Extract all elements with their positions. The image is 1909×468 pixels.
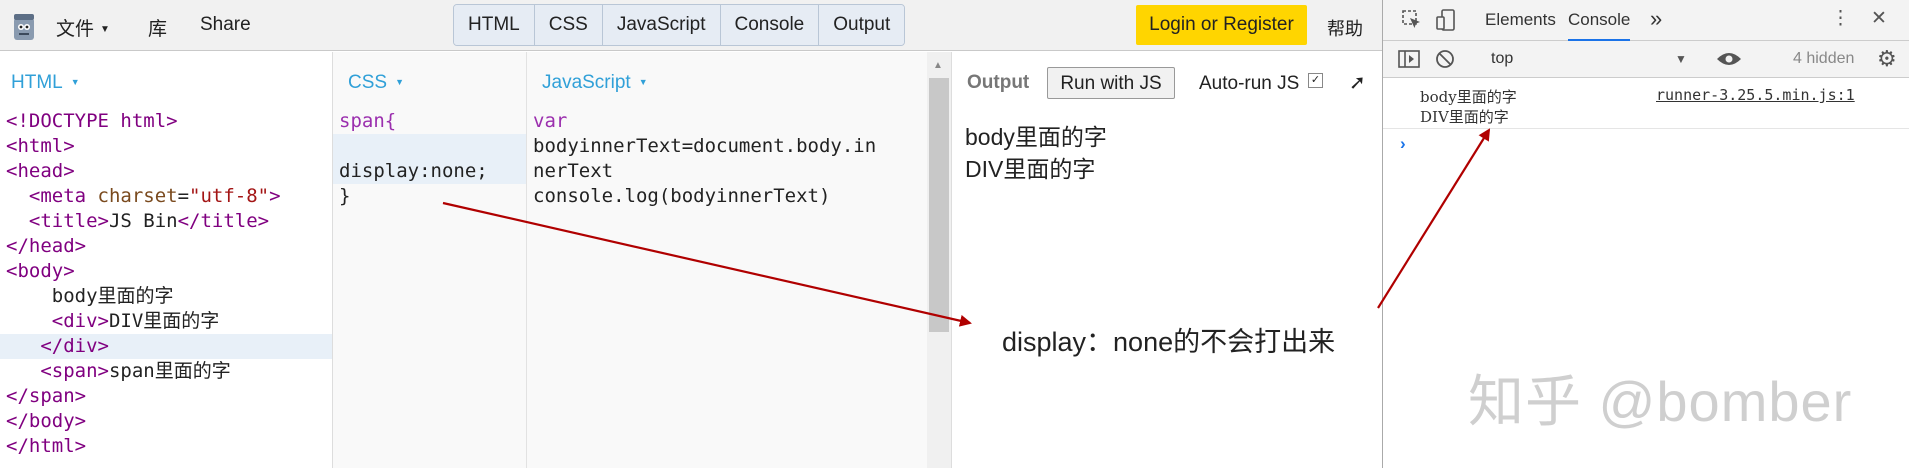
code-line: nerText xyxy=(533,160,614,182)
console-log-line: DIV里面的字 xyxy=(1420,108,1509,126)
console-log-line: body里面的字 xyxy=(1420,88,1517,106)
css-pane-menu[interactable]: CSS ▼ xyxy=(348,72,404,94)
panel-toggle-group: HTML CSS JavaScript Console Output xyxy=(453,4,906,46)
run-with-js-button[interactable]: Run with JS xyxy=(1047,67,1175,99)
devtools-panel: Elements Console » ⋮ ✕ top ▼ 4 hidden ⚙ … xyxy=(1382,0,1909,468)
code-line: <body> xyxy=(6,260,75,282)
tab-output[interactable]: Output xyxy=(819,5,905,45)
css-code-editor[interactable]: span{ display:none; } xyxy=(333,109,526,209)
tab-elements[interactable]: Elements xyxy=(1485,10,1556,30)
share-menu[interactable]: Share xyxy=(200,14,251,36)
file-menu[interactable]: 文件 ▼ xyxy=(56,14,110,41)
console-log-entry: body里面的字 DIV里面的字 runner-3.25.5.min.js:1 xyxy=(1383,78,1909,129)
login-register-button[interactable]: Login or Register xyxy=(1136,5,1307,45)
html-pane-label: HTML xyxy=(11,72,63,93)
jsbin-app: 文件 ▼ 库 Share HTML CSS JavaScript Console … xyxy=(0,0,1383,468)
watermark: 知乎 @bomber xyxy=(1468,370,1853,433)
code-line: <!DOCTYPE html> xyxy=(6,110,178,132)
tab-console[interactable]: Console xyxy=(720,5,820,45)
code-line: </div> xyxy=(0,334,332,359)
eye-icon[interactable] xyxy=(1716,51,1742,67)
output-pane: Output Run with JS Auto-run JS ✓ ➚ body里… xyxy=(951,52,1383,468)
sidebar-toggle-icon[interactable] xyxy=(1398,49,1420,69)
context-selector[interactable]: top xyxy=(1491,50,1513,68)
html-pane-menu[interactable]: HTML ▼ xyxy=(11,72,80,94)
console-toolbar: top ▼ 4 hidden ⚙ xyxy=(1383,41,1909,78)
more-tabs-icon[interactable]: » xyxy=(1650,6,1662,32)
annotation-text: display：none的不会打出来 xyxy=(1002,327,1336,357)
js-pane-label: JavaScript xyxy=(542,72,631,93)
autorun-label: Auto-run JS xyxy=(1199,73,1300,94)
gear-icon[interactable]: ⚙ xyxy=(1877,46,1897,72)
code-line: var xyxy=(533,110,568,132)
library-menu[interactable]: 库 xyxy=(148,14,167,41)
file-menu-label: 文件 xyxy=(56,19,95,40)
html-code-editor[interactable]: <!DOCTYPE html> <html> <head> <meta char… xyxy=(0,109,332,459)
code-line: <head> xyxy=(6,160,75,182)
device-toolbar-icon[interactable] xyxy=(1435,8,1457,32)
tab-console-devtools[interactable]: Console xyxy=(1568,10,1631,41)
caret-down-icon: ▼ xyxy=(395,77,404,87)
devtools-tab-bar: Elements Console » ⋮ ✕ xyxy=(1383,0,1909,41)
tab-javascript[interactable]: JavaScript xyxy=(602,5,721,45)
css-editor-pane: CSS ▼ span{ display:none; } xyxy=(333,52,527,468)
code-line: </html> xyxy=(6,435,87,457)
close-icon[interactable]: ✕ xyxy=(1871,7,1887,30)
caret-down-icon: ▼ xyxy=(638,77,648,87)
code-line: console.log(bodyinnerText) xyxy=(533,185,831,207)
code-line: <meta charset="utf-8"> xyxy=(6,185,281,207)
code-line: <div>DIV里面的字 xyxy=(6,310,220,332)
jsbin-toolbar: 文件 ▼ 库 Share HTML CSS JavaScript Console … xyxy=(0,0,1382,51)
inspect-element-icon[interactable] xyxy=(1401,9,1423,31)
output-text-line: body里面的字 xyxy=(965,124,1107,150)
code-line: body里面的字 xyxy=(6,285,174,307)
scrollbar-thumb[interactable] xyxy=(929,78,949,332)
console-prompt-icon[interactable]: › xyxy=(1400,134,1406,154)
caret-down-icon: ▼ xyxy=(70,77,80,87)
tab-html[interactable]: HTML xyxy=(454,5,535,45)
autorun-checkbox[interactable]: ✓ xyxy=(1308,73,1323,88)
log-source-link[interactable]: runner-3.25.5.min.js:1 xyxy=(1656,86,1855,104)
scroll-up-arrow-icon[interactable]: ▲ xyxy=(933,60,943,71)
caret-down-icon: ▼ xyxy=(100,24,110,35)
clear-console-icon[interactable] xyxy=(1435,49,1455,69)
css-pane-label: CSS xyxy=(348,72,388,93)
code-line: <title>JS Bin</title> xyxy=(6,210,270,232)
hidden-messages-count[interactable]: 4 hidden xyxy=(1793,50,1854,68)
code-line: span{ xyxy=(339,110,397,132)
code-line: <html> xyxy=(6,135,75,157)
output-pane-label: Output xyxy=(967,72,1030,93)
code-line: </head> xyxy=(6,235,87,257)
jsbin-logo-icon[interactable] xyxy=(10,10,38,42)
js-code-editor[interactable]: var bodyinnerText=document.body.in nerTe… xyxy=(527,109,927,209)
popout-arrow-icon[interactable]: ➚ xyxy=(1349,70,1366,95)
editor-scrollbar[interactable]: ▲ xyxy=(927,52,951,468)
code-line xyxy=(333,134,526,159)
help-menu[interactable]: 帮助 xyxy=(1327,15,1363,41)
code-line: </span> xyxy=(6,385,87,407)
code-line: <span>span里面的字 xyxy=(6,360,231,382)
js-pane-menu[interactable]: JavaScript ▼ xyxy=(542,72,648,94)
html-editor-pane: HTML ▼ <!DOCTYPE html> <html> <head> <met… xyxy=(0,52,333,468)
output-text-line: DIV里面的字 xyxy=(965,156,1096,182)
code-line: </body> xyxy=(6,410,87,432)
code-line: bodyinnerText=document.body.in xyxy=(533,135,877,157)
caret-down-icon[interactable]: ▼ xyxy=(1675,52,1687,66)
kebab-menu-icon[interactable]: ⋮ xyxy=(1831,7,1850,30)
code-line: display:none; xyxy=(333,159,526,184)
js-editor-pane: JavaScript ▼ var bodyinnerText=document.b… xyxy=(527,52,927,468)
tab-css[interactable]: CSS xyxy=(534,5,603,45)
code-line: } xyxy=(339,185,351,207)
